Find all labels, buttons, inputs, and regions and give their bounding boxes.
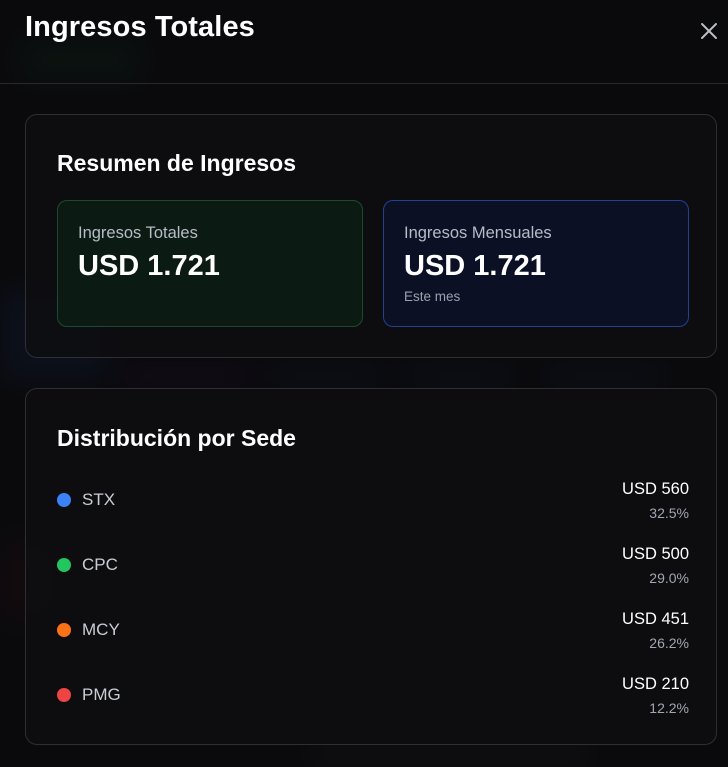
modal-header: Ingresos Totales [0,0,728,84]
monthly-income-note: Este mes [404,289,461,304]
sede-name: STX [82,490,116,509]
total-income-value: USD 1.721 [78,250,220,282]
sede-amount: USD 210 [622,675,689,693]
monthly-income-label: Ingresos Mensuales [404,224,552,242]
sede-percent: 26.2% [649,635,689,651]
distribution-title: Distribución por Sede [57,425,296,451]
sede-name: PMG [82,685,121,704]
monthly-income-value: USD 1.721 [404,250,546,282]
total-income-box: Ingresos Totales USD 1.721 [57,200,363,327]
sede-amount: USD 451 [622,610,689,628]
income-summary-card: Resumen de Ingresos Ingresos Totales USD… [25,114,717,358]
distribution-card: Distribución por Sede STX USD 560 32.5% … [25,388,717,745]
sede-percent: 12.2% [649,700,689,716]
sede-row-cpc: CPC USD 500 29.0% [57,539,689,586]
sede-color-dot [57,558,71,572]
sede-name: CPC [82,555,118,574]
modal-title: Ingresos Totales [25,11,255,43]
sede-row-mcy: MCY USD 451 26.2% [57,604,689,651]
close-icon [701,23,717,39]
sede-color-dot [57,493,71,507]
sede-percent: 32.5% [649,505,689,521]
total-income-label: Ingresos Totales [78,224,198,242]
sede-row-pmg: PMG USD 210 12.2% [57,669,689,716]
sede-percent: 29.0% [649,570,689,586]
close-button[interactable] [697,19,721,43]
income-modal: Ingresos Totales Resumen de Ingresos Ing… [0,0,728,767]
sede-row-stx: STX USD 560 32.5% [57,474,689,521]
monthly-income-box: Ingresos Mensuales USD 1.721 Este mes [383,200,689,327]
sede-color-dot [57,623,71,637]
sede-name: MCY [82,620,120,639]
sede-color-dot [57,688,71,702]
sede-amount: USD 560 [622,480,689,498]
sede-amount: USD 500 [622,545,689,563]
summary-title: Resumen de Ingresos [57,150,297,176]
